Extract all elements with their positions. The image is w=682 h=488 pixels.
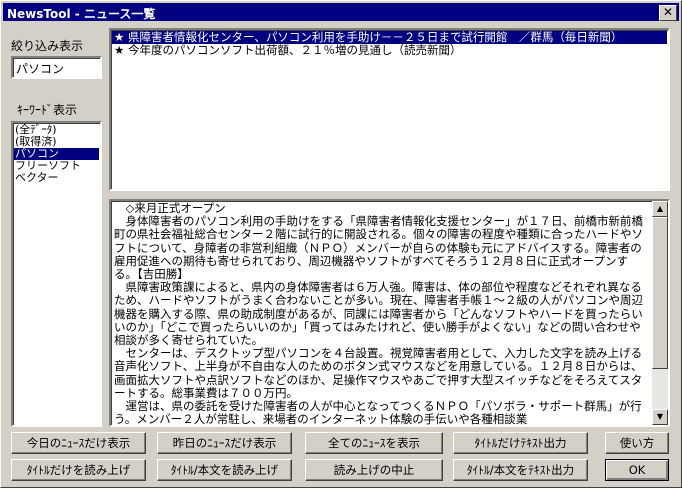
today-news-button[interactable]: 今日のﾆｭｰｽだけ表示 [11,432,146,454]
headline-list[interactable]: ★ 県障害者情報化センター、パソコン利用を手助け－－２５日まで試行開館 ／群馬（… [109,28,670,191]
ok-button[interactable]: OK [605,459,669,481]
keyword-label: ｷｰﾜｰﾄﾞ表示 [17,103,78,117]
keyword-item-vector[interactable]: ベクター [14,172,99,184]
keyword-list[interactable]: (全ﾃﾞｰﾀ) (取得済) パソコン フリーソフト ベクター [11,121,102,427]
filter-input-value: パソコン [16,62,65,76]
read-title-body-button[interactable]: ﾀｲﾄﾙ/本文を読み上げ [157,459,292,481]
close-button[interactable]: ✕ [659,5,677,21]
headline-item[interactable]: ★ 今年度のパソコンソフト出荷額、２１％増の見通し（読売新聞） [112,44,667,57]
article-textbox[interactable]: ◇来月正式オープン 身体障害者のパソコン利用の手助けをする「県障害者情報化支援セ… [109,199,670,427]
scroll-down-icon[interactable]: ▼ [652,409,668,425]
main-window: NewsTool - ニュース一覧 ✕ 絞り込み表示 パソコン ｷｰﾜｰﾄﾞ表示… [0,0,682,488]
title-body-to-text-button[interactable]: ﾀｲﾄﾙ/本文をﾃｷｽﾄ出力 [453,459,588,481]
usage-button[interactable]: 使い方 [605,432,669,454]
window-title: NewsTool - ニュース一覧 [7,7,156,21]
article-body: ◇来月正式オープン 身体障害者のパソコン利用の手助けをする「県障害者情報化支援セ… [114,202,643,425]
yesterday-news-button[interactable]: 昨日のﾆｭｰｽだけ表示 [157,432,292,454]
title-bar[interactable]: NewsTool - ニュース一覧 ✕ [3,3,679,21]
scroll-thumb[interactable] [652,217,668,369]
filter-input[interactable]: パソコン [11,56,102,79]
stop-reading-button[interactable]: 読み上げの中止 [305,459,443,481]
titles-to-text-button[interactable]: ﾀｲﾄﾙだけﾃｷｽﾄ出力 [453,432,588,454]
all-news-button[interactable]: 全てのﾆｭｰｽを表示 [305,432,443,454]
scroll-up-icon[interactable]: ▲ [652,201,668,217]
filter-label: 絞り込み表示 [11,39,84,53]
article-scrollbar[interactable]: ▲ ▼ [652,201,668,425]
read-titles-button[interactable]: ﾀｲﾄﾙだけを読み上げ [11,459,146,481]
